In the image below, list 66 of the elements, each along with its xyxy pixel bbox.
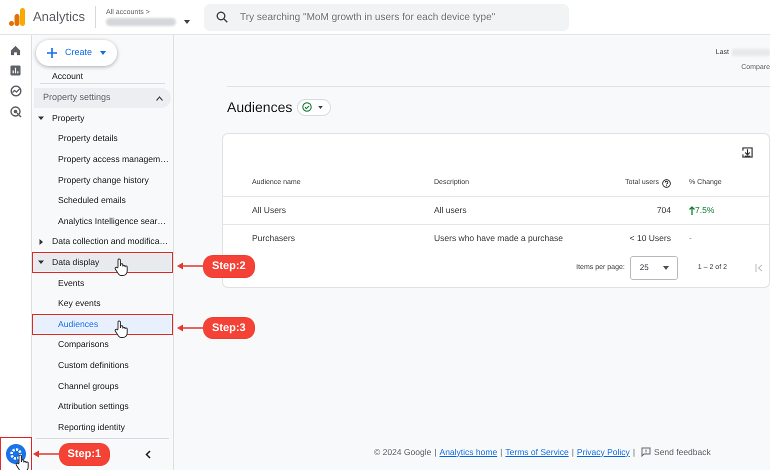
copyright-text: © 2024 Google <box>374 446 432 458</box>
create-button[interactable]: Create <box>36 40 118 66</box>
arrow-icon <box>177 324 203 332</box>
search-input[interactable]: Try searching "MoM growth in users for each device type" <box>238 8 558 26</box>
step-label: Step:2 <box>203 255 255 278</box>
target-icon[interactable] <box>10 106 22 118</box>
caret-icon <box>38 259 44 266</box>
hand-cursor-icon <box>114 258 129 276</box>
footer-link[interactable]: Privacy Policy <box>576 446 630 458</box>
footer-link[interactable]: Analytics home <box>440 446 498 458</box>
table-cell-text: < 10 Users <box>628 232 671 246</box>
analytics-logo-icon <box>9 8 25 26</box>
sidebar-item[interactable]: Key events <box>32 293 173 314</box>
separator: | <box>632 446 636 458</box>
caret-icon[interactable] <box>184 20 190 24</box>
check-circle-icon <box>302 102 312 112</box>
separator: | <box>572 446 574 458</box>
table-cell-text: 704 <box>656 204 671 218</box>
sidebar-item[interactable]: Account <box>52 70 84 83</box>
sidebar-item[interactable]: Property change history <box>32 170 173 190</box>
search-field[interactable]: Try searching "MoM growth in users for each device type" <box>204 4 570 30</box>
arrow-icon <box>177 262 203 270</box>
sidebar-item[interactable]: Custom definitions <box>32 355 173 376</box>
sidebar-item[interactable]: Property access managem… <box>32 149 173 170</box>
sidebar-item[interactable]: Property details <box>32 128 173 150</box>
home-icon[interactable] <box>10 45 21 56</box>
status-chip[interactable] <box>297 98 332 116</box>
section-header[interactable]: Property settings <box>34 88 171 108</box>
items-per-page-select[interactable]: 25 <box>630 256 678 280</box>
page-title: Audiences <box>227 98 292 116</box>
sidebar-item[interactable]: Scheduled emails <box>32 190 173 211</box>
caret-icon <box>38 115 44 122</box>
collapse-chevron-icon[interactable] <box>144 450 150 459</box>
separator: | <box>500 446 502 458</box>
sidebar-item[interactable]: Channel groups <box>32 376 173 396</box>
plus-icon <box>47 48 57 58</box>
table-cell-text: Users who have made a purchase <box>434 232 564 246</box>
table-cell-text: All users <box>434 204 468 218</box>
caret-icon <box>318 106 324 108</box>
sidebar-item[interactable]: Property <box>32 108 173 129</box>
section-label: Property settings <box>43 91 111 104</box>
change-value: - <box>689 232 692 245</box>
chart-circle-icon[interactable] <box>10 85 22 97</box>
change-value: 7.5% <box>695 204 714 217</box>
account-name-blurred <box>106 18 176 26</box>
product-name: Analytics <box>33 8 86 26</box>
footer-link[interactable]: Terms of Service <box>505 446 569 458</box>
sidebar-item[interactable]: Data collection and modifica… <box>32 232 173 252</box>
feedback-link[interactable]: Send feedback <box>654 446 711 458</box>
step-label: Step:1 <box>58 443 110 466</box>
table-cell-text: All Users <box>252 204 288 218</box>
caret-icon <box>100 51 106 55</box>
table-cell-text: Purchasers <box>252 232 296 246</box>
hand-cursor-icon <box>114 320 129 338</box>
caret-icon <box>662 266 669 270</box>
separator: | <box>434 446 437 458</box>
arrow-icon <box>32 450 58 458</box>
search-icon <box>216 11 228 23</box>
sidebar-item[interactable]: Attribution settings <box>32 396 173 417</box>
sidebar-item[interactable]: Analytics Intelligence sear… <box>32 210 173 232</box>
feedback-icon[interactable] <box>641 447 652 457</box>
caret-icon <box>38 238 44 245</box>
bar-chart-icon[interactable] <box>10 65 21 76</box>
download-icon[interactable] <box>742 146 753 158</box>
help-icon[interactable] <box>662 178 671 188</box>
sidebar-item[interactable]: Reporting identity <box>32 416 173 438</box>
